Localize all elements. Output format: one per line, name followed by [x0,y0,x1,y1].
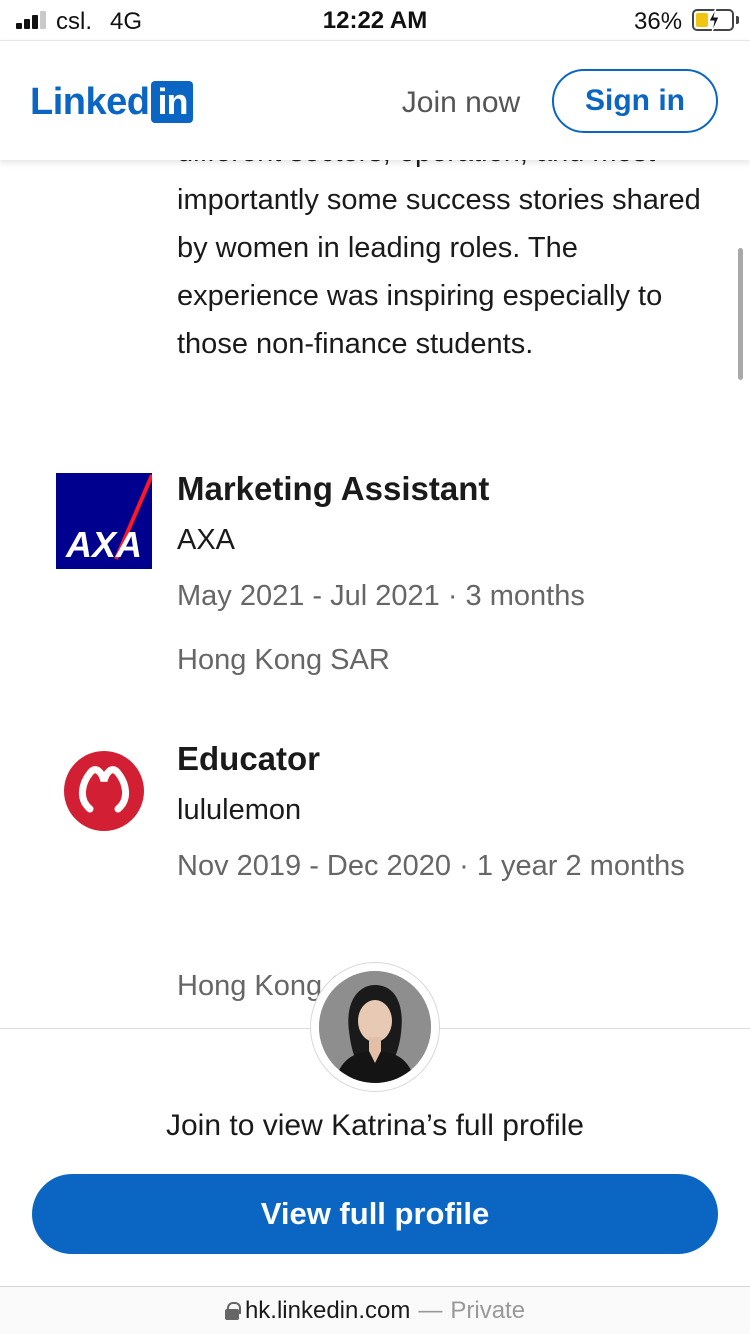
battery-cap [736,16,739,24]
scrollbar[interactable] [738,248,743,380]
lock-icon [224,1301,241,1320]
experience-description: different sectors, operation, and most i… [177,160,701,360]
experience-title: Educator [177,740,321,777]
experience-company: AXA [177,524,236,556]
experience-dates: Nov 2019 - Dec 2020 · 1 year 2 months [177,850,685,882]
profile-content: different sectors, operation, and most i… [0,160,750,1030]
charging-bolt-icon [708,7,720,33]
join-now-button[interactable]: Join now [380,81,542,125]
axa-logo-icon: AXA [56,473,152,569]
url-separator: — [418,1296,443,1324]
battery-percent: 36% [634,8,683,35]
view-full-profile-button[interactable]: View full profile [32,1174,718,1254]
axa-logo-text: AXA [65,524,142,565]
status-bar: csl. 4G 12:22 AM 36% [0,0,750,40]
linkedin-logo[interactable]: Linked in [30,81,194,123]
experience-company: lululemon [177,794,302,826]
experience-location: Hong Kong SAR [177,644,390,676]
sign-in-button[interactable]: Sign in [552,69,718,133]
page: csl. 4G 12:22 AM 36% Linked in Join now … [0,0,750,1334]
logo-wordmark: Linked [30,81,150,123]
profile-avatar [310,962,440,1092]
browser-url-bar[interactable]: hk.linkedin.com — Private [0,1286,750,1334]
experience-dates: May 2021 - Jul 2021 · 3 months [177,580,585,612]
site-header: Linked in Join now Sign in [0,40,750,160]
url-domain: hk.linkedin.com [244,1296,411,1324]
avatar-photo [319,971,431,1083]
join-prompt-message: Join to view Katrina’s full profile [166,1109,584,1142]
experience-title: Marketing Assistant [177,470,490,507]
lululemon-logo-icon [64,751,144,831]
private-mode-label: Private [450,1296,526,1324]
logo-badge: in [151,81,194,123]
